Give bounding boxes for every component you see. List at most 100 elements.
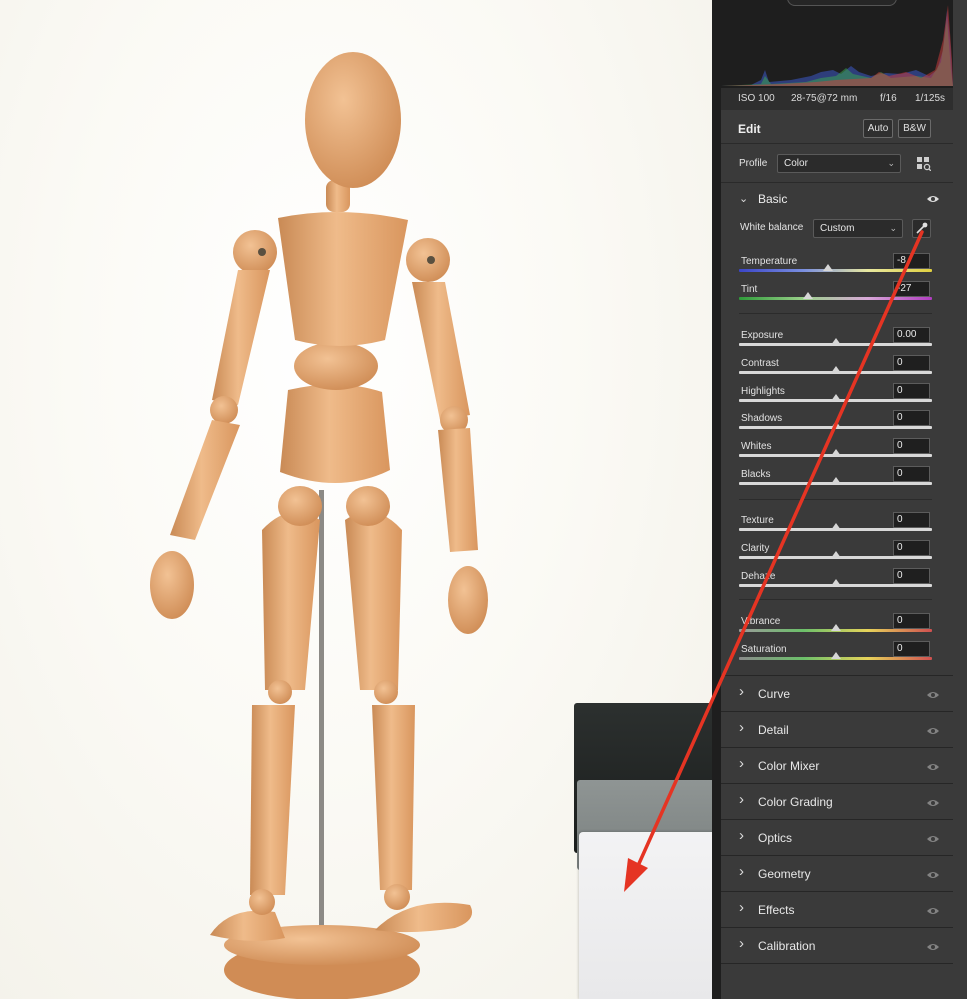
section-detail[interactable]: › Detail xyxy=(721,711,953,747)
exposure-thumb[interactable] xyxy=(830,338,841,345)
chevron-right-icon: › xyxy=(739,791,744,808)
vibrance-thumb[interactable] xyxy=(830,624,841,631)
white-balance-dropdown[interactable]: Custom ⌄ xyxy=(813,219,903,238)
shadows-thumb[interactable] xyxy=(830,421,841,428)
section-title-detail: Detail xyxy=(758,723,789,737)
section-color-mixer[interactable]: › Color Mixer xyxy=(721,747,953,783)
whites-slider[interactable]: Whites 0 xyxy=(739,438,932,469)
texture-thumb[interactable] xyxy=(830,523,841,530)
edit-header: Edit Auto B&W xyxy=(721,110,953,144)
vibrance-label: Vibrance xyxy=(741,616,781,627)
texture-label: Texture xyxy=(741,515,774,526)
photo-canvas[interactable] xyxy=(0,0,712,999)
temperature-slider[interactable]: Temperature -8 xyxy=(739,253,932,284)
tint-thumb[interactable] xyxy=(803,292,814,299)
contrast-label: Contrast xyxy=(741,358,779,369)
shadows-value-field[interactable]: 0 xyxy=(893,410,930,426)
section-title-calibration: Calibration xyxy=(758,939,816,953)
blacks-slider[interactable]: Blacks 0 xyxy=(739,466,932,497)
chevron-right-icon: › xyxy=(739,827,744,844)
black-and-white-button[interactable]: B&W xyxy=(898,119,931,138)
chevron-right-icon: › xyxy=(739,683,744,700)
lens-readout: 28-75@72 mm xyxy=(791,93,858,104)
contrast-value-field[interactable]: 0 xyxy=(893,355,930,371)
dehaze-slider[interactable]: Dehaze 0 xyxy=(739,568,932,599)
exposure-value-field[interactable]: 0.00 xyxy=(893,327,930,343)
temperature-thumb[interactable] xyxy=(822,264,833,271)
chevron-down-icon: ⌄ xyxy=(889,223,897,233)
highlights-value-field[interactable]: 0 xyxy=(893,383,930,399)
tint-value-field[interactable]: -27 xyxy=(893,281,930,297)
profile-browser-icon[interactable] xyxy=(917,157,931,171)
visibility-eye-icon[interactable] xyxy=(926,906,940,916)
chevron-down-icon: ⌄ xyxy=(739,193,749,205)
tint-slider[interactable]: Tint -27 xyxy=(739,281,932,312)
visibility-eye-icon[interactable] xyxy=(926,194,940,204)
white-balance-value: Custom xyxy=(820,223,855,234)
section-calibration[interactable]: › Calibration xyxy=(721,927,953,963)
tint-track[interactable] xyxy=(739,297,932,300)
section-effects[interactable]: › Effects xyxy=(721,891,953,927)
dehaze-value-field[interactable]: 0 xyxy=(893,568,930,584)
whites-label: Whites xyxy=(741,441,772,452)
white-balance-eyedropper-button[interactable] xyxy=(912,219,931,238)
exposure-slider[interactable]: Exposure 0.00 xyxy=(739,327,932,358)
histogram-clipping-pill[interactable] xyxy=(787,0,897,6)
highlights-label: Highlights xyxy=(741,386,785,397)
saturation-label: Saturation xyxy=(741,644,787,655)
clarity-slider[interactable]: Clarity 0 xyxy=(739,540,932,571)
white-reference-card xyxy=(579,832,712,999)
histogram-graph xyxy=(721,5,953,86)
visibility-eye-icon[interactable] xyxy=(926,798,940,808)
shadows-label: Shadows xyxy=(741,413,783,424)
texture-value-field[interactable]: 0 xyxy=(893,512,930,528)
tint-label: Tint xyxy=(741,284,758,295)
profile-dropdown[interactable]: Color ⌄ xyxy=(777,154,901,173)
vibrance-value-field[interactable]: 0 xyxy=(893,613,930,629)
temperature-track[interactable] xyxy=(739,269,932,272)
saturation-value-field[interactable]: 0 xyxy=(893,641,930,657)
section-color-grading[interactable]: › Color Grading xyxy=(721,783,953,819)
shadows-slider[interactable]: Shadows 0 xyxy=(739,410,932,441)
white-balance-label: White balance xyxy=(740,222,804,233)
profile-row: Profile Color ⌄ xyxy=(721,145,953,183)
visibility-eye-icon[interactable] xyxy=(926,690,940,700)
section-title-optics: Optics xyxy=(758,831,793,845)
eyedropper-icon xyxy=(916,222,928,234)
clarity-thumb[interactable] xyxy=(830,551,841,558)
clarity-value-field[interactable]: 0 xyxy=(893,540,930,556)
visibility-eye-icon[interactable] xyxy=(926,870,940,880)
section-curve[interactable]: › Curve xyxy=(721,675,953,711)
chevron-down-icon: ⌄ xyxy=(887,158,895,168)
whites-thumb[interactable] xyxy=(830,449,841,456)
section-title-color-grading: Color Grading xyxy=(758,795,833,809)
texture-slider[interactable]: Texture 0 xyxy=(739,512,932,543)
contrast-slider[interactable]: Contrast 0 xyxy=(739,355,932,386)
contrast-thumb[interactable] xyxy=(830,366,841,373)
section-optics[interactable]: › Optics xyxy=(721,819,953,855)
vibrance-slider[interactable]: Vibrance 0 xyxy=(739,613,932,644)
saturation-thumb[interactable] xyxy=(830,652,841,659)
visibility-eye-icon[interactable] xyxy=(926,942,940,952)
section-separator xyxy=(721,963,953,964)
auto-button[interactable]: Auto xyxy=(863,119,893,138)
panel-divider[interactable] xyxy=(712,0,721,999)
visibility-eye-icon[interactable] xyxy=(926,762,940,772)
section-geometry[interactable]: › Geometry xyxy=(721,855,953,891)
section-title-curve: Curve xyxy=(758,687,791,701)
blacks-value-field[interactable]: 0 xyxy=(893,466,930,482)
blacks-thumb[interactable] xyxy=(830,477,841,484)
highlights-thumb[interactable] xyxy=(830,394,841,401)
visibility-eye-icon[interactable] xyxy=(926,834,940,844)
saturation-slider[interactable]: Saturation 0 xyxy=(739,641,932,672)
section-title-effects: Effects xyxy=(758,903,795,917)
chevron-right-icon: › xyxy=(739,719,744,736)
dehaze-thumb[interactable] xyxy=(830,579,841,586)
clarity-label: Clarity xyxy=(741,543,770,554)
aperture-readout: f/16 xyxy=(880,93,897,104)
temperature-value-field[interactable]: -8 xyxy=(893,253,930,269)
visibility-eye-icon[interactable] xyxy=(926,726,940,736)
basic-section-header[interactable]: ⌄ Basic xyxy=(721,184,953,214)
chevron-right-icon: › xyxy=(739,755,744,772)
whites-value-field[interactable]: 0 xyxy=(893,438,930,454)
